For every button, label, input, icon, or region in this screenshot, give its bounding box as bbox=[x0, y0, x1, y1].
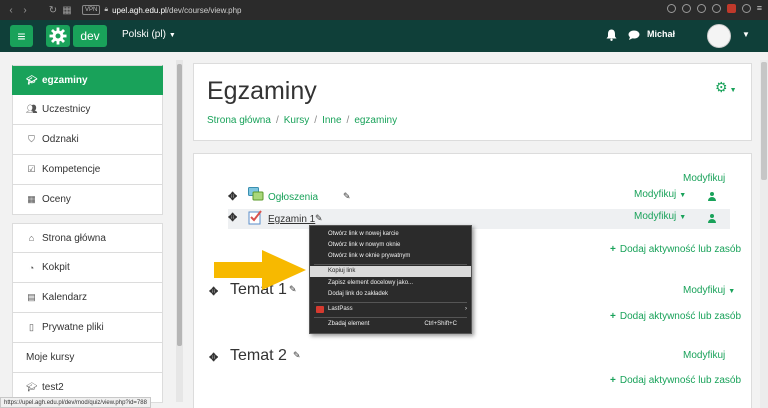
section-edit-menu[interactable]: Modyfikuj bbox=[683, 350, 725, 361]
sidebar-item-my-courses[interactable]: Moje kursy bbox=[12, 343, 163, 373]
messages-icon[interactable] bbox=[628, 30, 640, 43]
lastpass-extension-icon[interactable] bbox=[726, 3, 736, 13]
user-role-icon[interactable] bbox=[708, 191, 716, 201]
camera-icon[interactable] bbox=[681, 3, 691, 13]
menu-item-bookmark-link[interactable]: Dodaj link do zakładek bbox=[310, 289, 471, 300]
arrow-annotation bbox=[214, 250, 306, 290]
sidebar-item-home[interactable]: ⌂ Strona główna bbox=[12, 223, 163, 253]
breadcrumb: Strona główna / Kursy / Inne / egzaminy bbox=[207, 115, 398, 126]
submenu-arrow-icon: › bbox=[465, 306, 467, 312]
breadcrumb-other[interactable]: Inne bbox=[322, 115, 341, 126]
menu-item-save-target[interactable]: Zapisz element docelowy jako... bbox=[310, 278, 471, 289]
moodle-gear-icon[interactable] bbox=[46, 25, 70, 47]
scrollbar-thumb[interactable] bbox=[761, 62, 767, 180]
section-title: Temat 2 bbox=[230, 347, 287, 364]
notification-bell-icon[interactable] bbox=[606, 29, 617, 44]
caret-down-icon: ▼ bbox=[168, 32, 176, 39]
page-scrollbar[interactable] bbox=[760, 60, 768, 408]
home-icon: ⌂ bbox=[28, 233, 35, 243]
file-icon: ▯ bbox=[29, 322, 34, 332]
search-icon[interactable] bbox=[666, 3, 676, 13]
pencil-icon[interactable]: ✎ bbox=[315, 213, 323, 224]
caret-down-icon[interactable]: ▼ bbox=[742, 30, 750, 39]
user-role-icon[interactable] bbox=[708, 213, 716, 223]
sidebar-item-private-files[interactable]: ▯ Prywatne pliki bbox=[12, 313, 163, 343]
sidebar-item-calendar[interactable]: ▤ Kalendarz bbox=[12, 283, 163, 313]
course-navigation: 🎓︎ egzaminy 👥︎ Uczestnicy ⛉ Odznaki ☑ Kompet… bbox=[12, 65, 163, 403]
tabs-grid-icon[interactable]: ▦ bbox=[60, 5, 74, 16]
check-square-icon: ☑ bbox=[27, 164, 36, 174]
sidebar-item-dashboard[interactable]: ◔ Kokpit bbox=[12, 253, 163, 283]
activity-row: ✥ Egzamin 1 ✎ Modyfikuj ▼ bbox=[228, 209, 730, 229]
avatar[interactable] bbox=[707, 24, 731, 48]
section-edit-menu[interactable]: Modyfikuj bbox=[683, 173, 725, 184]
dashboard-icon: ◔ bbox=[28, 262, 35, 273]
url-text[interactable]: upel.agh.edu.pl/dev/course/view.php bbox=[112, 6, 241, 15]
pencil-icon[interactable]: ✎ bbox=[343, 191, 351, 202]
download-icon[interactable] bbox=[741, 3, 751, 13]
menu-item-inspect[interactable]: Zbadaj element Ctrl+Shift+C bbox=[310, 319, 471, 330]
calendar-icon: ▤ bbox=[27, 292, 36, 302]
activity-edit-menu[interactable]: Modyfikuj ▼ bbox=[634, 189, 686, 200]
menu-item-open-new-window[interactable]: Otwórz link w nowym oknie bbox=[310, 240, 471, 251]
address-bar[interactable]: VPN 🔒︎ upel.agh.edu.pl/dev/course/view.p… bbox=[82, 3, 642, 17]
scrollbar-thumb[interactable] bbox=[177, 64, 182, 346]
reload-icon[interactable]: ↻ bbox=[46, 5, 60, 16]
activity-link-quiz[interactable]: Egzamin 1 bbox=[268, 214, 315, 225]
breadcrumb-home[interactable]: Strona główna bbox=[207, 115, 271, 126]
activity-row: ✥ Ogłoszenia ✎ Modyfikuj ▼ bbox=[228, 187, 730, 207]
graduation-cap-icon: 🎓︎ bbox=[26, 74, 38, 85]
shield-icon[interactable] bbox=[696, 3, 706, 13]
page-header: Egzaminy Strona główna / Kursy / Inne / egz… bbox=[193, 63, 752, 141]
add-activity-button[interactable]: + Dodaj aktywność lub zasób bbox=[610, 375, 741, 386]
menu-item-open-new-tab[interactable]: Otwórz link w nowej karcie bbox=[310, 229, 471, 240]
graduation-cap-icon: 🎓︎ bbox=[26, 382, 38, 392]
user-name[interactable]: Michał bbox=[647, 29, 675, 39]
status-url: https://upel.agh.edu.pl/dev/mod/quiz/vie… bbox=[0, 397, 151, 408]
browser-extensions: ≡ bbox=[666, 3, 762, 13]
quiz-icon bbox=[248, 210, 262, 225]
sidebar-item-badges[interactable]: ⛉ Odznaki bbox=[12, 125, 163, 155]
hamburger-icon[interactable]: ≡ bbox=[10, 25, 33, 47]
pencil-icon[interactable]: ✎ bbox=[293, 350, 301, 361]
site-header: ≡ dev Polski (pl) ▼ Michał ▼ bbox=[0, 20, 768, 52]
shield-icon: ⛉ bbox=[28, 134, 35, 144]
add-activity-button[interactable]: + Dodaj aktywność lub zasób bbox=[610, 311, 741, 322]
back-icon[interactable]: ‹ bbox=[4, 5, 18, 16]
sidebar-item-course[interactable]: 🎓︎ egzaminy bbox=[12, 65, 163, 95]
page-title: Egzaminy bbox=[207, 77, 317, 105]
menu-item-lastpass[interactable]: LastPass › bbox=[310, 304, 471, 315]
section-edit-menu[interactable]: Modyfikuj ▼ bbox=[683, 285, 735, 296]
forum-icon bbox=[248, 187, 264, 201]
heart-icon[interactable] bbox=[711, 3, 721, 13]
breadcrumb-courses[interactable]: Kursy bbox=[284, 115, 310, 126]
menu-item-open-private-window[interactable]: Otwórz link w oknie prywatnym bbox=[310, 251, 471, 262]
move-icon[interactable]: ✥ bbox=[228, 211, 237, 224]
move-icon[interactable]: ✥ bbox=[209, 351, 218, 364]
context-menu: Otwórz link w nowej karcie Otwórz link w… bbox=[309, 225, 472, 334]
course-settings-gear-icon[interactable]: ⚙ ▼ bbox=[715, 79, 737, 96]
language-selector[interactable]: Polski (pl) ▼ bbox=[122, 29, 176, 40]
sidebar-item-grades[interactable]: ▦ Oceny bbox=[12, 185, 163, 215]
table-icon: ▦ bbox=[27, 194, 36, 204]
lastpass-icon bbox=[316, 306, 324, 313]
activity-link-forum[interactable]: Ogłoszenia bbox=[268, 192, 318, 203]
sidebar-item-competencies[interactable]: ☑ Kompetencje bbox=[12, 155, 163, 185]
menu-item-copy-link[interactable]: Kopiuj link bbox=[310, 266, 471, 277]
breadcrumb-course[interactable]: egzaminy bbox=[354, 115, 397, 126]
site-name[interactable]: dev bbox=[73, 25, 107, 47]
sidebar-scrollbar[interactable] bbox=[176, 60, 183, 402]
add-activity-button[interactable]: + Dodaj aktywność lub zasób bbox=[610, 244, 741, 255]
move-icon[interactable]: ✥ bbox=[228, 190, 237, 203]
vpn-badge[interactable]: VPN bbox=[82, 5, 101, 15]
browser-toolbar: ‹ › ↻ ▦ VPN 🔒︎ upel.agh.edu.pl/dev/cours… bbox=[0, 0, 768, 20]
users-icon: 👥︎ bbox=[26, 104, 38, 114]
menu-icon[interactable]: ≡ bbox=[757, 3, 762, 13]
activity-edit-menu[interactable]: Modyfikuj ▼ bbox=[634, 211, 686, 222]
sidebar-item-participants[interactable]: 👥︎ Uczestnicy bbox=[12, 95, 163, 125]
forward-icon[interactable]: › bbox=[18, 5, 32, 16]
lock-icon[interactable]: 🔒︎ bbox=[104, 6, 108, 14]
